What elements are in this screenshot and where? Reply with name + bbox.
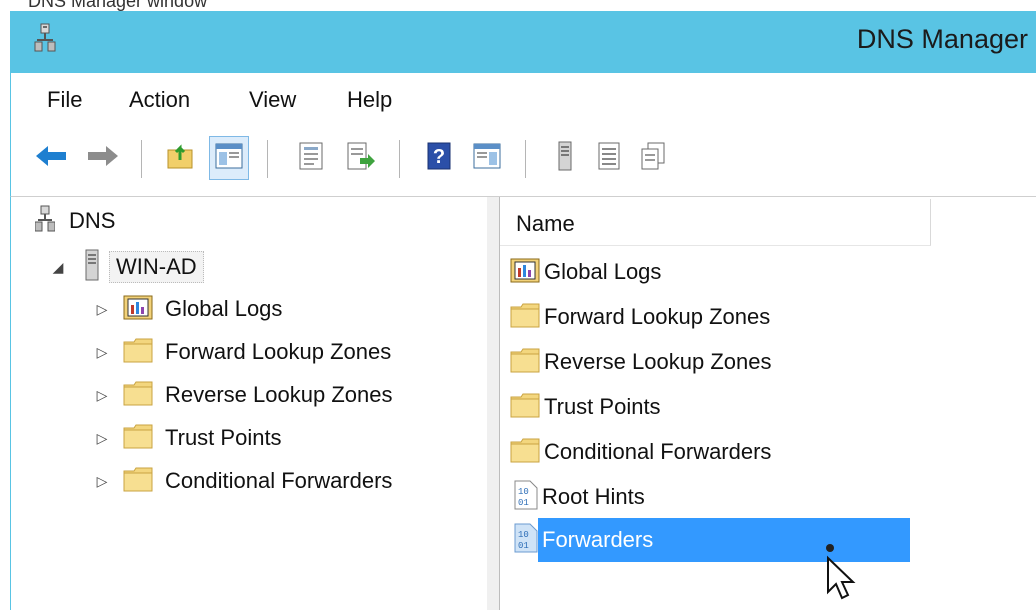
menu-bar: File Action View Help bbox=[10, 73, 1036, 128]
binary-file-icon: 10 01 bbox=[514, 480, 538, 515]
menu-view[interactable]: View bbox=[249, 87, 296, 113]
folder-icon bbox=[123, 466, 153, 497]
forward-button[interactable] bbox=[83, 136, 123, 180]
show-hide-action-pane-icon bbox=[473, 143, 501, 174]
properties-icon bbox=[298, 142, 324, 175]
event-log-icon bbox=[123, 293, 153, 326]
toolbar-separator bbox=[141, 140, 142, 178]
list-item[interactable]: Trust Points bbox=[510, 388, 667, 426]
toolbar-separator bbox=[399, 140, 400, 178]
expand-triangle-icon[interactable]: ▷ bbox=[93, 344, 111, 361]
server-icon bbox=[557, 141, 573, 176]
list-icon bbox=[597, 142, 621, 175]
svg-text:?: ? bbox=[433, 146, 445, 168]
tree-node-label: Global Logs bbox=[165, 296, 283, 321]
tree-node-label: WIN-AD bbox=[109, 251, 204, 283]
list-item[interactable]: Forward Lookup Zones bbox=[510, 298, 776, 336]
list-item-label: Reverse Lookup Zones bbox=[544, 349, 772, 374]
folder-icon bbox=[510, 437, 540, 468]
properties-button[interactable] bbox=[291, 136, 331, 180]
expand-triangle-icon[interactable]: ▷ bbox=[93, 387, 111, 404]
copy-icon bbox=[640, 142, 666, 175]
svg-text:01: 01 bbox=[518, 541, 529, 551]
title-bar[interactable]: DNS Manager bbox=[10, 11, 1036, 73]
list-item[interactable]: Conditional Forwarders bbox=[510, 433, 777, 471]
tree-node-dns[interactable]: DNS bbox=[34, 203, 116, 239]
folder-icon bbox=[123, 380, 153, 411]
menu-file[interactable]: File bbox=[47, 87, 82, 113]
column-header-label: Name bbox=[516, 211, 575, 236]
tree-node-conditional-forwarders[interactable]: ▷ Conditional Forwarders bbox=[93, 463, 392, 499]
folder-icon bbox=[123, 337, 153, 368]
toolbar: ? bbox=[10, 128, 1036, 197]
tree-node-server[interactable]: ◢ WIN-AD bbox=[49, 249, 204, 285]
folder-icon bbox=[510, 347, 540, 378]
tree-node-label: Forward Lookup Zones bbox=[165, 339, 392, 364]
menu-action[interactable]: Action bbox=[129, 87, 190, 113]
list-view-button[interactable] bbox=[589, 136, 629, 180]
collapse-triangle-icon[interactable]: ◢ bbox=[49, 259, 67, 276]
folder-icon bbox=[510, 392, 540, 423]
export-list-button[interactable] bbox=[341, 136, 381, 180]
folder-icon bbox=[510, 302, 540, 333]
tree-node-label: Trust Points bbox=[165, 425, 282, 450]
folder-icon bbox=[123, 423, 153, 454]
list-item-label: Trust Points bbox=[544, 394, 661, 419]
show-hide-console-tree-button[interactable] bbox=[209, 136, 249, 180]
back-arrow-icon bbox=[34, 144, 68, 173]
event-log-icon bbox=[510, 256, 540, 289]
dns-icon bbox=[34, 205, 56, 238]
menu-help[interactable]: Help bbox=[347, 87, 392, 113]
help-icon: ? bbox=[427, 142, 451, 175]
forward-arrow-icon bbox=[86, 144, 120, 173]
dns-server-icon[interactable] bbox=[34, 23, 56, 58]
list-item[interactable]: 10 01 Root Hints bbox=[514, 478, 651, 516]
window-title: DNS Manager bbox=[856, 24, 1028, 54]
show-hide-action-pane-button[interactable] bbox=[467, 136, 507, 180]
copy-button[interactable] bbox=[633, 136, 673, 180]
back-button[interactable] bbox=[31, 136, 71, 180]
tree-node-forward-lookup-zones[interactable]: ▷ Forward Lookup Zones bbox=[93, 334, 391, 370]
column-header-name[interactable]: Name bbox=[500, 199, 931, 246]
top-caption-strip: DNS Manager window bbox=[0, 0, 1036, 11]
toolbar-separator bbox=[525, 140, 526, 178]
svg-text:10: 10 bbox=[518, 530, 529, 540]
expand-triangle-icon[interactable]: ▷ bbox=[93, 430, 111, 447]
up-one-level-button[interactable] bbox=[161, 136, 201, 180]
svg-text:10: 10 bbox=[518, 487, 529, 497]
list-item[interactable]: Reverse Lookup Zones bbox=[510, 343, 777, 381]
mouse-cursor-icon bbox=[822, 540, 862, 607]
expand-triangle-icon[interactable]: ▷ bbox=[93, 473, 111, 490]
help-button[interactable]: ? bbox=[419, 136, 459, 180]
expand-triangle-icon[interactable]: ▷ bbox=[93, 301, 111, 318]
show-hide-console-tree-icon bbox=[215, 143, 243, 174]
list-item-label: Forward Lookup Zones bbox=[544, 304, 771, 329]
tree-node-label: Reverse Lookup Zones bbox=[165, 382, 393, 407]
tree-node-trust-points[interactable]: ▷ Trust Points bbox=[93, 420, 282, 456]
server-button[interactable] bbox=[545, 136, 585, 180]
results-list: Name Global Logs Forward Lookup Zones Re… bbox=[500, 197, 1036, 610]
export-list-icon bbox=[346, 142, 376, 175]
toolbar-separator bbox=[267, 140, 268, 178]
console-tree: DNS ◢ WIN-AD ▷ Global Logs ▷ Forward Loo… bbox=[10, 197, 488, 610]
up-folder-icon bbox=[166, 142, 196, 175]
dns-manager-screenshot: DNS Manager window DNS Manager File Acti… bbox=[0, 0, 1036, 610]
list-item[interactable]: Global Logs bbox=[510, 253, 667, 291]
svg-text:01: 01 bbox=[518, 498, 529, 508]
list-item-label: Conditional Forwarders bbox=[544, 439, 772, 464]
server-icon bbox=[85, 249, 99, 286]
pane-splitter[interactable] bbox=[487, 197, 500, 610]
list-item-label: Global Logs bbox=[544, 259, 662, 284]
tree-node-label: Conditional Forwarders bbox=[165, 468, 393, 493]
tree-node-reverse-lookup-zones[interactable]: ▷ Reverse Lookup Zones bbox=[93, 377, 392, 413]
tree-node-global-logs[interactable]: ▷ Global Logs bbox=[93, 291, 282, 327]
tree-node-label: DNS bbox=[69, 208, 116, 233]
binary-file-icon: 10 01 bbox=[514, 523, 538, 558]
list-item-label: Root Hints bbox=[542, 484, 645, 509]
top-caption-text: DNS Manager window bbox=[28, 0, 208, 11]
